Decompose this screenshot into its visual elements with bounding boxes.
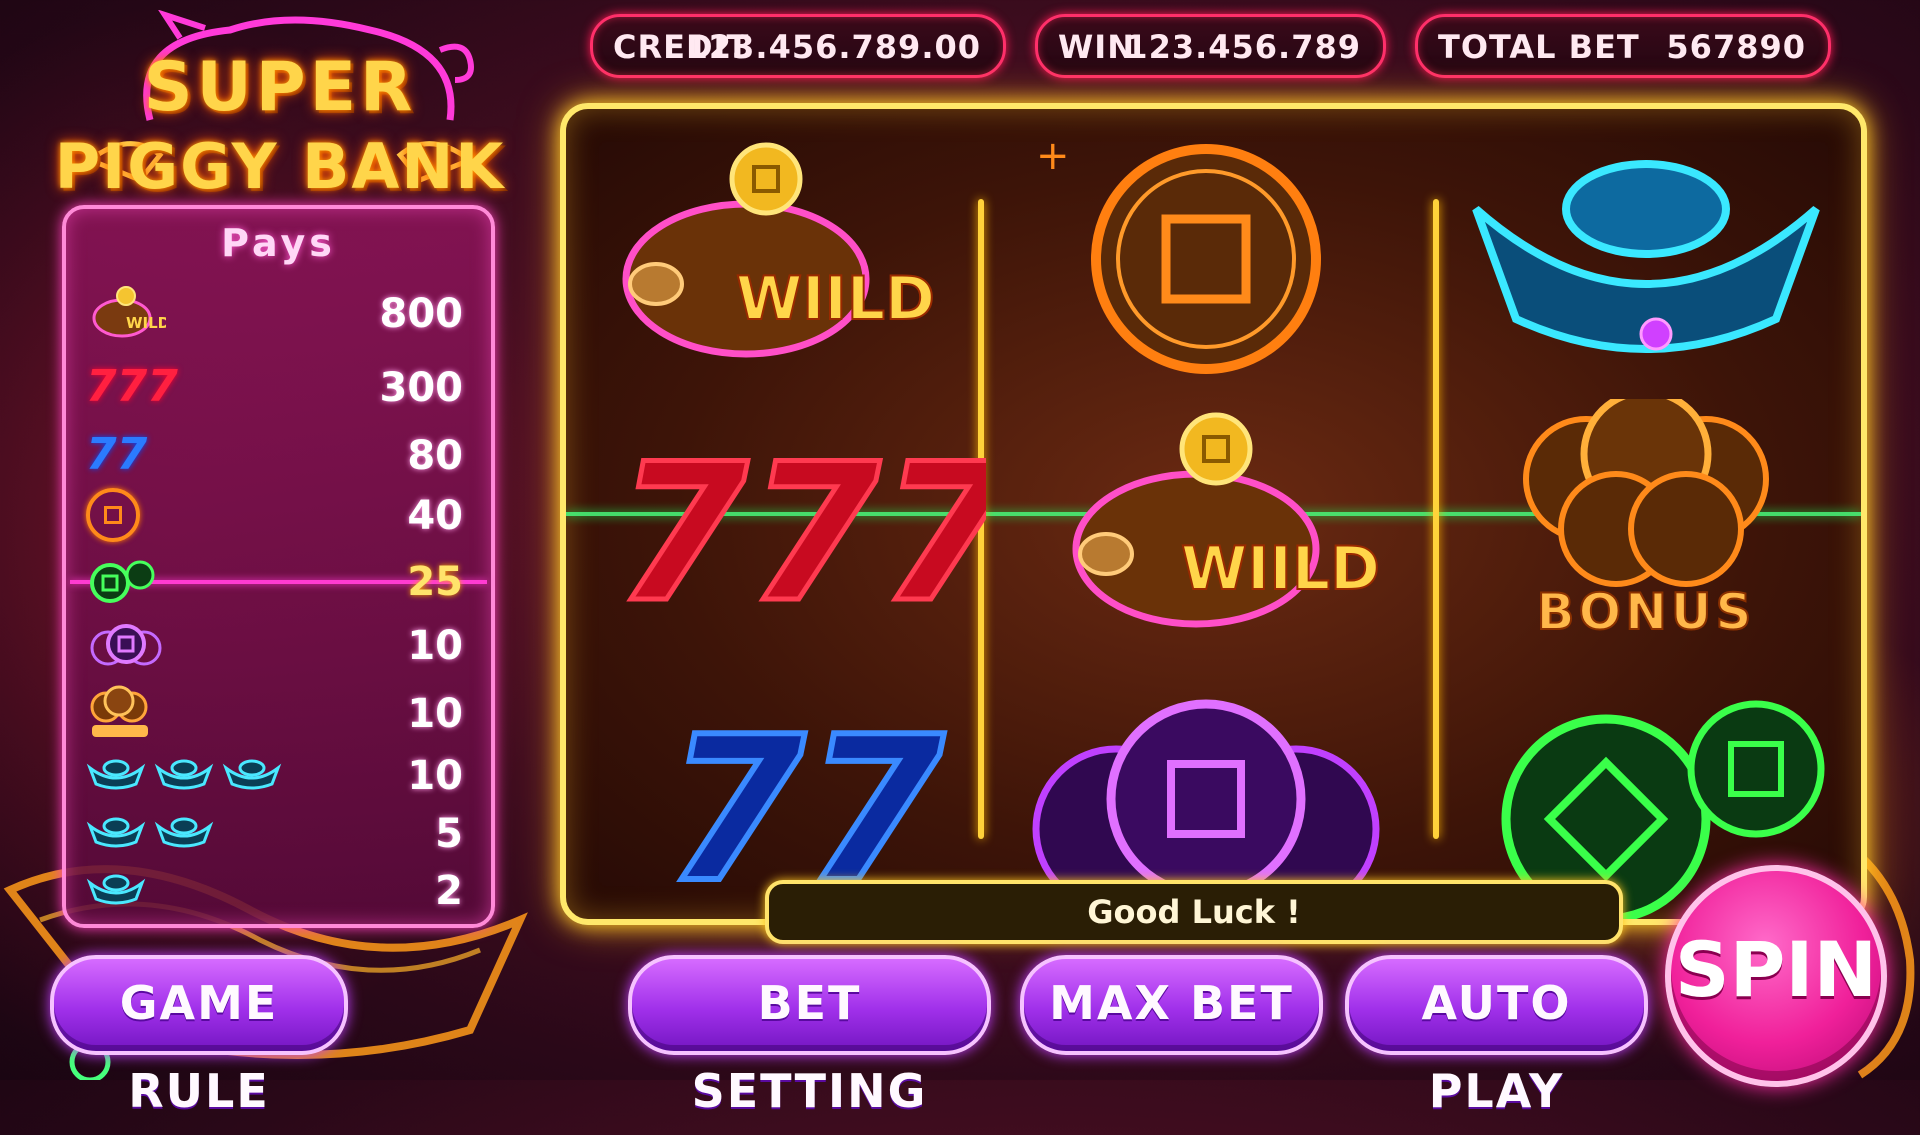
pay-row: 77 80	[66, 429, 491, 481]
pay-amount: 300	[379, 365, 464, 411]
orange-coin-icon	[86, 488, 140, 542]
reel-symbol-orange-coin: +	[1006, 129, 1406, 389]
wild-text: WIILD	[736, 264, 935, 334]
pay-row-highlighted: 25	[66, 555, 491, 607]
bonus-coins-icon: BONUS	[1523, 388, 1769, 642]
win-display: WIN 123.456.789	[1035, 14, 1386, 78]
wild-pig-icon: WIILD	[622, 142, 936, 358]
pay-row: 5	[66, 807, 491, 859]
pay-amount: 800	[379, 291, 464, 337]
pay-row: 10	[66, 749, 491, 801]
ingot-icon	[86, 759, 146, 790]
green-coins-icon	[90, 560, 155, 603]
ingot-icon	[154, 759, 214, 790]
pay-row: WILD 800	[66, 286, 491, 339]
ingot-icon	[154, 817, 214, 848]
credit-value: 123.456.789.00	[685, 28, 981, 66]
total-bet-label: TOTAL BET	[1438, 28, 1640, 66]
pay-amount: 10	[407, 753, 463, 799]
reel-symbol-wild: WIILD	[1016, 399, 1416, 659]
reel-symbol-wild: WIILD	[586, 129, 986, 389]
svg-text:WILD: WILD	[126, 314, 166, 332]
spin-button[interactable]: SPIN	[1665, 865, 1887, 1087]
message-bar: Good Luck !	[765, 880, 1623, 944]
bonus-coins-icon	[90, 685, 148, 737]
reel-symbol-ingot	[1446, 129, 1846, 389]
total-bet-value: 567890	[1666, 28, 1806, 66]
ingot-icon	[86, 817, 146, 848]
pay-amount: 40	[407, 493, 463, 539]
pay-row: 777 300	[66, 361, 491, 413]
blue-double-seven-icon: 77	[86, 429, 148, 480]
total-bet-display: TOTAL BET 567890	[1415, 14, 1831, 78]
win-value: 123.456.789	[1125, 28, 1361, 66]
pay-amount: 10	[407, 623, 463, 669]
pay-row: 40	[66, 488, 491, 542]
reels-frame: WIILD 777 77 + WIILD BONUS	[560, 103, 1867, 925]
logo-title-line1: SUPER	[143, 48, 417, 127]
pay-amount: 80	[407, 433, 463, 479]
credit-display: CREDIT 123.456.789.00	[590, 14, 1006, 78]
pay-amount: 25	[407, 559, 463, 605]
wild-pig-icon: WIILD	[1072, 412, 1381, 628]
pay-amount: 2	[435, 868, 463, 914]
pay-row: 10	[66, 685, 491, 739]
game-rule-button[interactable]: GAME RULE	[50, 955, 348, 1118]
purple-coins-icon	[90, 624, 162, 666]
reel-divider	[1433, 199, 1439, 839]
paytable-panel: Pays WILD 800 777 300 77 80 40 25 10 10 …	[62, 205, 495, 928]
game-logo: SUPER PIGGY BANK	[50, 10, 510, 203]
logo-title-line2: PIGGY BANK	[54, 130, 506, 203]
paytable-title: Pays	[221, 221, 336, 265]
pay-row: 10	[66, 619, 491, 671]
reel-symbol-red-seven: 777	[586, 399, 1016, 659]
max-bet-button[interactable]: MAX BET	[1020, 955, 1323, 1055]
pay-amount: 5	[435, 811, 463, 857]
win-label: WIN	[1058, 28, 1135, 66]
svg-text:+: +	[1036, 133, 1070, 179]
bonus-text: BONUS	[1536, 583, 1755, 641]
wild-text: WIILD	[1181, 534, 1380, 604]
auto-play-button[interactable]: AUTO PLAY	[1345, 955, 1648, 1118]
svg-text:777: 777	[616, 423, 986, 644]
red-triple-seven-icon: 777	[86, 361, 178, 412]
reel-symbol-bonus: BONUS	[1446, 388, 1846, 659]
ingot-icon	[1472, 160, 1820, 353]
bet-setting-button[interactable]: BET SETTING	[628, 955, 991, 1118]
pay-row: 2	[66, 864, 491, 916]
wild-pig-icon: WILD	[92, 286, 166, 338]
red-triple-seven-icon: 777	[614, 421, 1016, 647]
ingot-icon	[222, 759, 282, 790]
ingot-icon	[86, 874, 146, 905]
pay-amount: 10	[407, 691, 463, 737]
orange-coin-icon: +	[1036, 133, 1321, 374]
